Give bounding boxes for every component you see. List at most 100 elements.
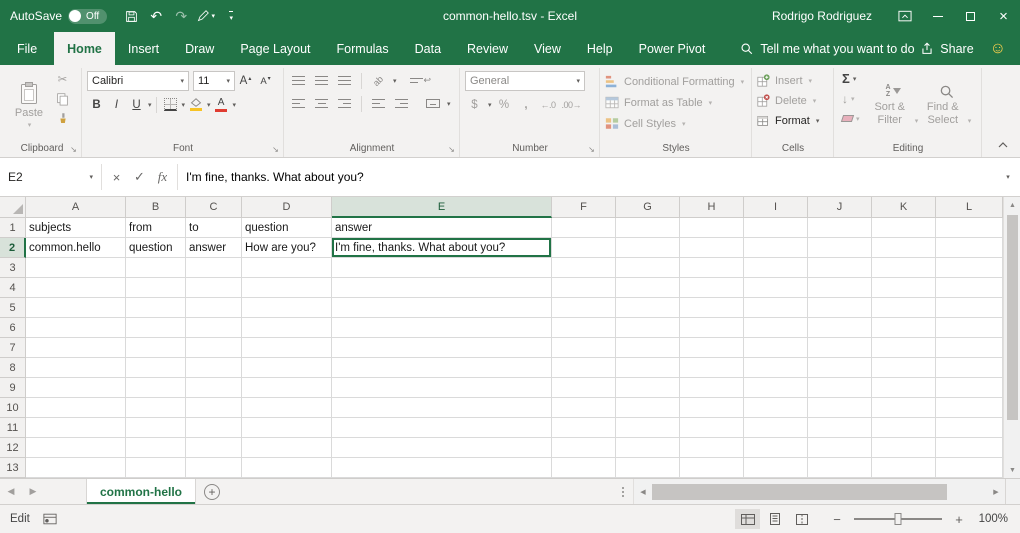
cell-G1[interactable] bbox=[616, 218, 680, 238]
cell-K3[interactable] bbox=[872, 258, 936, 278]
cell-J5[interactable] bbox=[808, 298, 872, 318]
formula-input[interactable]: I'm fine, thanks. What about you? bbox=[178, 164, 996, 190]
orientation-dropdown-icon[interactable]: ▾ bbox=[393, 77, 397, 85]
number-format-combobox[interactable]: General ▾ bbox=[465, 71, 585, 91]
cell-A4[interactable] bbox=[26, 278, 126, 298]
cell-I13[interactable] bbox=[744, 458, 808, 478]
cell-I3[interactable] bbox=[744, 258, 808, 278]
format-as-table-button[interactable]: Format as Table ▾ bbox=[605, 92, 747, 113]
scroll-up-icon[interactable]: ▲ bbox=[1004, 197, 1020, 213]
cell-H3[interactable] bbox=[680, 258, 744, 278]
row-header-2[interactable]: 2 bbox=[0, 238, 26, 258]
align-right-button[interactable] bbox=[335, 94, 354, 113]
cell-E2[interactable]: I'm fine, thanks. What about you? bbox=[332, 238, 552, 258]
merge-center-dropdown-icon[interactable]: ▾ bbox=[447, 100, 451, 108]
cell-B3[interactable] bbox=[126, 258, 186, 278]
column-header-H[interactable]: H bbox=[680, 197, 744, 218]
cell-E11[interactable] bbox=[332, 418, 552, 438]
row-header-11[interactable]: 11 bbox=[0, 418, 26, 438]
cell-E7[interactable] bbox=[332, 338, 552, 358]
copy-button[interactable] bbox=[53, 89, 72, 108]
horizontal-scroll-track[interactable] bbox=[652, 479, 987, 504]
row-header-6[interactable]: 6 bbox=[0, 318, 26, 338]
cell-I6[interactable] bbox=[744, 318, 808, 338]
underline-button[interactable]: U bbox=[127, 95, 146, 114]
cell-G12[interactable] bbox=[616, 438, 680, 458]
sort-filter-button[interactable]: AZ Sort & Filter▾ bbox=[867, 69, 920, 141]
cell-H2[interactable] bbox=[680, 238, 744, 258]
cell-A2[interactable]: common.hello bbox=[26, 238, 126, 258]
decrease-font-size-button[interactable]: A▾ bbox=[256, 72, 275, 91]
cell-G7[interactable] bbox=[616, 338, 680, 358]
cell-D5[interactable] bbox=[242, 298, 332, 318]
cell-J12[interactable] bbox=[808, 438, 872, 458]
cell-D2[interactable]: How are you? bbox=[242, 238, 332, 258]
cell-A7[interactable] bbox=[26, 338, 126, 358]
cell-E13[interactable] bbox=[332, 458, 552, 478]
cell-H13[interactable] bbox=[680, 458, 744, 478]
cell-D1[interactable]: question bbox=[242, 218, 332, 238]
cell-styles-button[interactable]: Cell Styles ▾ bbox=[605, 113, 747, 134]
undo-button[interactable]: ↶ bbox=[144, 3, 168, 29]
normal-view-button[interactable] bbox=[735, 509, 760, 529]
cell-B5[interactable] bbox=[126, 298, 186, 318]
alignment-dialog-launcher[interactable]: ↘ bbox=[446, 144, 457, 155]
cell-L4[interactable] bbox=[936, 278, 1003, 298]
cell-K7[interactable] bbox=[872, 338, 936, 358]
cell-F4[interactable] bbox=[552, 278, 616, 298]
page-layout-view-button[interactable] bbox=[762, 509, 787, 529]
font-color-button[interactable]: A bbox=[212, 95, 231, 114]
cell-E1[interactable]: answer bbox=[332, 218, 552, 238]
cell-I9[interactable] bbox=[744, 378, 808, 398]
cell-D9[interactable] bbox=[242, 378, 332, 398]
borders-dropdown-icon[interactable]: ▾ bbox=[182, 101, 186, 109]
merge-center-button[interactable] bbox=[423, 94, 442, 113]
cell-L5[interactable] bbox=[936, 298, 1003, 318]
tab-help[interactable]: Help bbox=[574, 32, 626, 65]
tab-review[interactable]: Review bbox=[454, 32, 521, 65]
cell-K8[interactable] bbox=[872, 358, 936, 378]
cell-L7[interactable] bbox=[936, 338, 1003, 358]
cell-K9[interactable] bbox=[872, 378, 936, 398]
tab-file[interactable]: File bbox=[0, 32, 54, 65]
autosave-switch[interactable]: Off bbox=[68, 9, 107, 24]
user-name[interactable]: Rodrigo Rodriguez bbox=[772, 9, 872, 23]
row-header-9[interactable]: 9 bbox=[0, 378, 26, 398]
cell-D13[interactable] bbox=[242, 458, 332, 478]
cancel-button[interactable]: × bbox=[105, 170, 128, 185]
number-dialog-launcher[interactable]: ↘ bbox=[586, 144, 597, 155]
cell-J9[interactable] bbox=[808, 378, 872, 398]
fill-color-button[interactable] bbox=[186, 95, 205, 114]
cell-D10[interactable] bbox=[242, 398, 332, 418]
cell-C7[interactable] bbox=[186, 338, 242, 358]
cell-C12[interactable] bbox=[186, 438, 242, 458]
cell-E6[interactable] bbox=[332, 318, 552, 338]
insert-cells-button[interactable]: Insert ▾ bbox=[757, 71, 829, 90]
cell-J7[interactable] bbox=[808, 338, 872, 358]
cell-G2[interactable] bbox=[616, 238, 680, 258]
cell-F12[interactable] bbox=[552, 438, 616, 458]
increase-font-size-button[interactable]: A▴ bbox=[236, 72, 255, 91]
vertical-scroll-thumb[interactable] bbox=[1007, 215, 1018, 420]
cell-C6[interactable] bbox=[186, 318, 242, 338]
row-header-1[interactable]: 1 bbox=[0, 218, 26, 238]
cell-G8[interactable] bbox=[616, 358, 680, 378]
cell-C8[interactable] bbox=[186, 358, 242, 378]
cell-L2[interactable] bbox=[936, 238, 1003, 258]
cell-I2[interactable] bbox=[744, 238, 808, 258]
cell-B2[interactable]: question bbox=[126, 238, 186, 258]
cut-button[interactable]: ✂ bbox=[53, 69, 72, 88]
cell-E4[interactable] bbox=[332, 278, 552, 298]
cell-L11[interactable] bbox=[936, 418, 1003, 438]
cell-K6[interactable] bbox=[872, 318, 936, 338]
tab-page-layout[interactable]: Page Layout bbox=[227, 32, 323, 65]
macro-record-button[interactable] bbox=[43, 513, 57, 525]
row-header-7[interactable]: 7 bbox=[0, 338, 26, 358]
tab-draw[interactable]: Draw bbox=[172, 32, 227, 65]
column-header-F[interactable]: F bbox=[552, 197, 616, 218]
clipboard-dialog-launcher[interactable]: ↘ bbox=[68, 144, 79, 155]
feedback-smiley-icon[interactable]: ☺ bbox=[990, 41, 1006, 57]
row-header-5[interactable]: 5 bbox=[0, 298, 26, 318]
column-header-A[interactable]: A bbox=[26, 197, 126, 218]
row-header-8[interactable]: 8 bbox=[0, 358, 26, 378]
